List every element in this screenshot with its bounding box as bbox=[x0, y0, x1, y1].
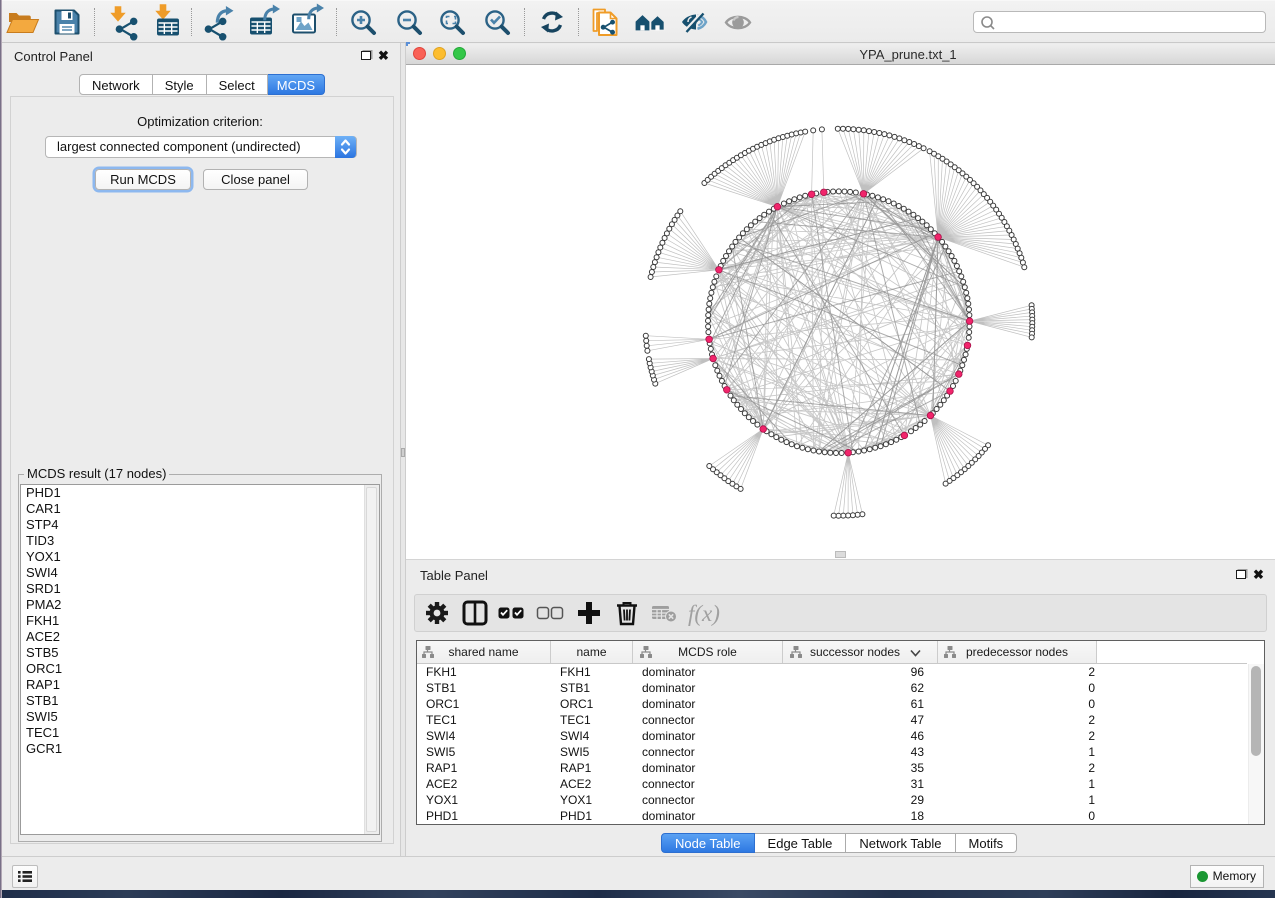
svg-text:f(x): f(x) bbox=[688, 601, 720, 626]
